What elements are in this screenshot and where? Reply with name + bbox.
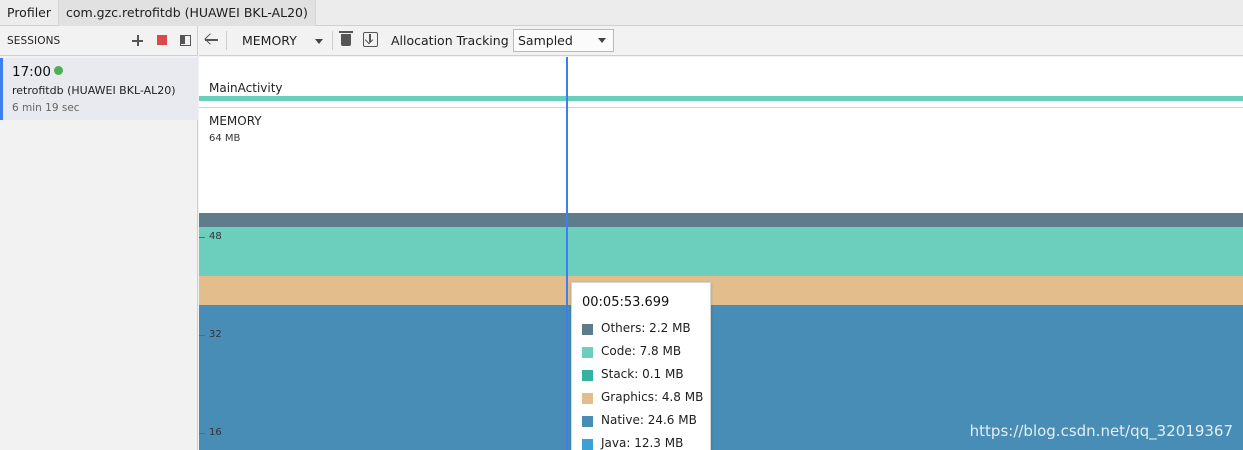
axis-label-16: 16: [209, 427, 222, 438]
swatch-graphics: [582, 393, 593, 404]
timeline-divider: [199, 107, 1243, 108]
toolbar-divider: [332, 31, 333, 50]
memory-layer-graphics: [199, 276, 1243, 305]
tab-session-process[interactable]: com.gzc.retrofitdb (HUAWEI BKL-AL20): [59, 0, 316, 26]
swatch-others: [582, 324, 593, 335]
tab-bar: Profiler com.gzc.retrofitdb (HUAWEI BKL-…: [0, 0, 1243, 26]
axis-label-64mb: 64 MB: [209, 133, 241, 144]
stop-icon[interactable]: [157, 35, 167, 45]
chevron-down-icon: [315, 39, 323, 44]
legend-label: Graphics: 4.8 MB: [601, 390, 704, 404]
axis-label-48: 48: [209, 231, 222, 242]
trash-icon[interactable]: [339, 31, 353, 46]
allocation-tracking-value: Sampled: [518, 33, 573, 48]
sessions-title: SESSIONS: [7, 35, 61, 47]
memory-layer-others: [199, 213, 1243, 227]
swatch-code: [582, 347, 593, 358]
swatch-stack: [582, 370, 593, 381]
axis-tick: [199, 335, 205, 336]
allocation-tracking-label: Allocation Tracking: [391, 33, 509, 48]
swatch-java: [582, 439, 593, 450]
memory-tooltip: 00:05:53.699 Others: 2.2 MB Code: 7.8 MB…: [571, 282, 711, 450]
collapse-panel-icon[interactable]: [180, 35, 191, 46]
sessions-header: SESSIONS: [0, 26, 198, 56]
toolbar-divider: [226, 31, 227, 50]
legend-label: Others: 2.2 MB: [601, 321, 691, 335]
session-duration: 6 min 19 sec: [12, 102, 80, 114]
heap-dump-icon[interactable]: [363, 32, 378, 47]
activity-bar[interactable]: [199, 96, 1243, 101]
profiler-toolbar: MEMORY Allocation Tracking Sampled: [199, 26, 1243, 56]
legend-label: Code: 7.8 MB: [601, 344, 682, 358]
session-time: 17:00: [12, 64, 51, 80]
back-arrow-icon[interactable]: [204, 33, 218, 47]
axis-tick: [199, 237, 205, 238]
allocation-tracking-select[interactable]: Sampled: [513, 29, 614, 52]
tab-profiler[interactable]: Profiler: [0, 0, 60, 26]
tooltip-timestamp: 00:05:53.699: [582, 295, 670, 310]
chevron-down-icon: [598, 38, 606, 43]
profiler-select-value: MEMORY: [242, 33, 297, 48]
legend-label: Stack: 0.1 MB: [601, 367, 684, 381]
legend-label: Java: 12.3 MB: [601, 436, 684, 450]
memory-layer-code: [199, 227, 1243, 276]
profiler-select[interactable]: MEMORY: [229, 30, 329, 52]
session-name: retrofitdb (HUAWEI BKL-AL20): [12, 84, 176, 97]
axis-tick: [199, 433, 205, 434]
legend-label: Native: 24.6 MB: [601, 413, 697, 427]
axis-label-32: 32: [209, 329, 222, 340]
timeline-cursor: [566, 57, 568, 450]
memory-chart-title: MEMORY: [209, 114, 262, 128]
activity-label: MainActivity: [209, 81, 283, 95]
session-item[interactable]: 17:00 retrofitdb (HUAWEI BKL-AL20) 6 min…: [0, 58, 198, 120]
watermark: https://blog.csdn.net/qq_32019367: [969, 422, 1233, 440]
plus-icon[interactable]: [131, 34, 144, 47]
sessions-list: 17:00 retrofitdb (HUAWEI BKL-AL20) 6 min…: [0, 57, 198, 450]
swatch-native: [582, 416, 593, 427]
memory-timeline[interactable]: MainActivity MEMORY 64 MB 48 32 16 https…: [199, 57, 1243, 450]
live-status-icon: [54, 66, 63, 75]
